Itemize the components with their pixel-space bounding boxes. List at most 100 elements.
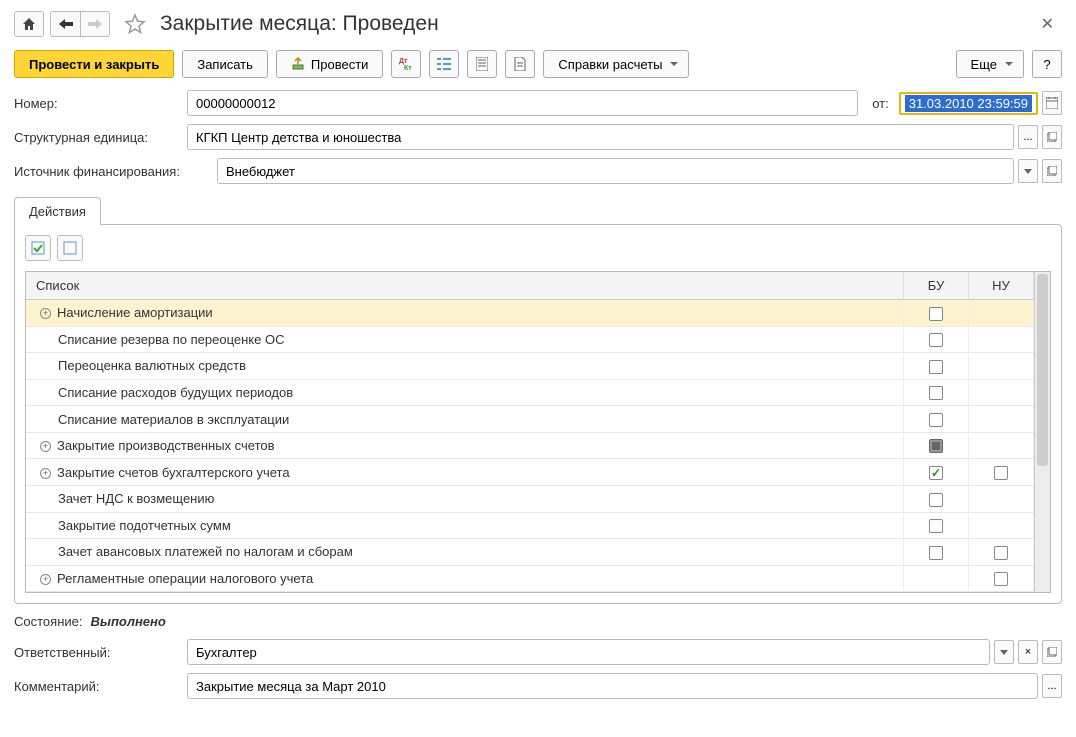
post-and-close-button[interactable]: Провести и закрыть bbox=[14, 50, 174, 78]
table-row[interactable]: Переоценка валютных средств bbox=[26, 353, 1034, 380]
tab-actions[interactable]: Действия bbox=[14, 197, 101, 225]
row-label: Зачет авансовых платежей по налогам и сб… bbox=[26, 539, 904, 566]
fin-open-button[interactable] bbox=[1042, 159, 1062, 183]
status-value: Выполнено bbox=[90, 614, 165, 629]
expand-icon[interactable]: + bbox=[40, 468, 51, 479]
calendar-button[interactable] bbox=[1042, 91, 1062, 115]
svg-text:Кт: Кт bbox=[404, 65, 412, 71]
expand-icon[interactable]: + bbox=[40, 574, 51, 585]
more-button[interactable]: Еще bbox=[956, 50, 1024, 78]
checkbox[interactable] bbox=[929, 493, 943, 507]
nav-group bbox=[50, 11, 110, 37]
structure-button[interactable] bbox=[429, 50, 459, 78]
row-nu bbox=[969, 485, 1034, 512]
table-row[interactable]: Зачет НДС к возмещению bbox=[26, 485, 1034, 512]
resp-dropdown-button[interactable] bbox=[994, 640, 1014, 664]
checkbox[interactable] bbox=[994, 572, 1008, 586]
resp-label: Ответственный: bbox=[14, 645, 179, 660]
row-label: Списание резерва по переоценке ОС bbox=[26, 326, 904, 353]
checkbox[interactable] bbox=[929, 546, 943, 560]
open-icon bbox=[1047, 647, 1057, 657]
expand-icon[interactable]: + bbox=[40, 308, 51, 319]
checkbox[interactable] bbox=[929, 466, 943, 480]
checkbox[interactable] bbox=[994, 546, 1008, 560]
scrollbar[interactable] bbox=[1034, 272, 1050, 592]
comment-input[interactable] bbox=[187, 673, 1038, 699]
uncheck-all-button[interactable] bbox=[57, 235, 83, 261]
checkbox[interactable] bbox=[929, 333, 943, 347]
row-bu bbox=[904, 353, 969, 380]
check-all-icon bbox=[31, 241, 45, 255]
print-button[interactable] bbox=[505, 50, 535, 78]
status-label: Состояние: bbox=[14, 614, 82, 629]
table-row[interactable]: +Закрытие производственных счетов bbox=[26, 432, 1034, 459]
checkbox[interactable] bbox=[994, 466, 1008, 480]
fin-label: Источник финансирования: bbox=[14, 164, 209, 179]
comment-label: Комментарий: bbox=[14, 679, 179, 694]
row-bu bbox=[904, 406, 969, 433]
checkbox[interactable] bbox=[929, 386, 943, 400]
checkbox[interactable] bbox=[929, 360, 943, 374]
resp-input[interactable] bbox=[187, 639, 990, 665]
row-bu bbox=[904, 565, 969, 592]
date-label: от: bbox=[872, 96, 889, 111]
row-label: +Закрытие производственных счетов bbox=[26, 432, 904, 459]
close-button[interactable]: ✕ bbox=[1033, 10, 1062, 38]
fin-dropdown-button[interactable] bbox=[1018, 159, 1038, 183]
report-icon bbox=[476, 57, 488, 71]
dkt-button[interactable]: ДтКт bbox=[391, 50, 421, 78]
checkbox[interactable] bbox=[929, 413, 943, 427]
favorite-icon[interactable] bbox=[124, 13, 146, 35]
table-row[interactable]: Зачет авансовых платежей по налогам и сб… bbox=[26, 539, 1034, 566]
col-list-header[interactable]: Список bbox=[26, 272, 904, 300]
help-button[interactable]: ? bbox=[1032, 50, 1062, 78]
fin-row: Источник финансирования: bbox=[0, 154, 1076, 188]
col-nu-header[interactable]: НУ bbox=[969, 272, 1034, 300]
expand-icon[interactable]: + bbox=[40, 441, 51, 452]
org-row: Структурная единица: ... bbox=[0, 120, 1076, 154]
forward-button[interactable] bbox=[80, 11, 110, 37]
row-bu bbox=[904, 539, 969, 566]
table-row[interactable]: Закрытие подотчетных сумм bbox=[26, 512, 1034, 539]
table-row[interactable]: +Закрытие счетов бухгалтерского учета bbox=[26, 459, 1034, 486]
org-label: Структурная единица: bbox=[14, 130, 179, 145]
home-button[interactable] bbox=[14, 11, 44, 37]
chevron-down-icon bbox=[1000, 650, 1008, 655]
table-row[interactable]: +Начисление амортизации bbox=[26, 300, 1034, 327]
table-row[interactable]: Списание расходов будущих периодов bbox=[26, 379, 1034, 406]
fin-input[interactable] bbox=[217, 158, 1014, 184]
number-row: Номер: от: 31.03.2010 23:59:59 bbox=[0, 86, 1076, 120]
table-row[interactable]: Списание материалов в эксплуатации bbox=[26, 406, 1034, 433]
table-row[interactable]: Списание резерва по переоценке ОС bbox=[26, 326, 1034, 353]
check-all-button[interactable] bbox=[25, 235, 51, 261]
row-bu bbox=[904, 300, 969, 327]
calc-references-button[interactable]: Справки расчеты bbox=[543, 50, 689, 78]
write-button[interactable]: Записать bbox=[182, 50, 268, 78]
row-nu bbox=[969, 539, 1034, 566]
report-button[interactable] bbox=[467, 50, 497, 78]
checkbox[interactable] bbox=[929, 307, 943, 321]
resp-open-button[interactable] bbox=[1042, 640, 1062, 664]
org-input[interactable] bbox=[187, 124, 1014, 150]
number-input[interactable] bbox=[187, 90, 858, 116]
comment-row: Комментарий: ... bbox=[0, 669, 1076, 703]
col-bu-header[interactable]: БУ bbox=[904, 272, 969, 300]
arrow-left-icon bbox=[59, 19, 73, 29]
row-bu bbox=[904, 379, 969, 406]
checkbox[interactable] bbox=[929, 439, 943, 453]
org-open-button[interactable] bbox=[1042, 125, 1062, 149]
post-button[interactable]: Провести bbox=[276, 50, 384, 78]
row-nu bbox=[969, 459, 1034, 486]
uncheck-all-icon bbox=[63, 241, 77, 255]
calendar-icon bbox=[1046, 97, 1058, 109]
arrow-right-icon bbox=[88, 19, 102, 29]
back-button[interactable] bbox=[50, 11, 80, 37]
org-select-button[interactable]: ... bbox=[1018, 125, 1038, 149]
comment-more-button[interactable]: ... bbox=[1042, 674, 1062, 698]
checkbox[interactable] bbox=[929, 519, 943, 533]
date-input[interactable]: 31.03.2010 23:59:59 bbox=[899, 92, 1038, 115]
chevron-down-icon bbox=[1024, 169, 1032, 174]
resp-clear-button[interactable]: × bbox=[1018, 640, 1038, 664]
row-nu bbox=[969, 406, 1034, 433]
table-row[interactable]: +Регламентные операции налогового учета bbox=[26, 565, 1034, 592]
